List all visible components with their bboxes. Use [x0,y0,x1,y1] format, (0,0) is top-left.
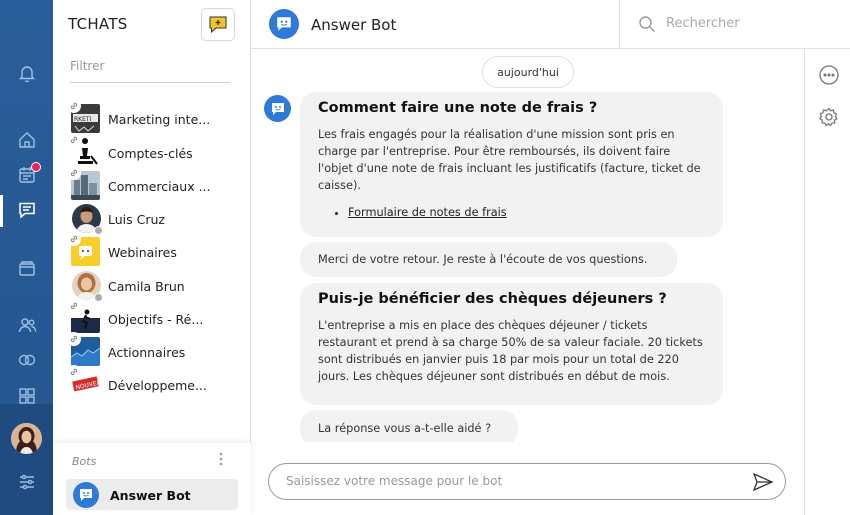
send-icon[interactable] [751,471,775,493]
bell-icon[interactable] [16,62,38,84]
active-indicator [0,195,3,227]
message-body: L'entreprise a mis en place des chèques … [318,319,703,383]
chat-name: Camila Brun [108,279,185,294]
app: TCHATS RKETI Marketing inte... Comptes-c… [0,0,850,515]
home-icon[interactable] [16,129,38,151]
toggle-icon[interactable] [16,349,38,371]
filter-input[interactable] [70,59,230,83]
status-dot [94,293,103,302]
svg-text:RKETI: RKETI [74,116,92,123]
link-icon [67,332,81,346]
settings-icon[interactable] [818,106,840,128]
chat-name: Développeme... [108,378,207,393]
list-item: Formulaire de notes de frais [348,204,705,221]
search-box [619,0,850,48]
sliders-icon[interactable] [16,471,38,493]
tool-column [804,49,850,515]
new-chat-button[interactable] [201,8,235,41]
chat-item-luis-cruz[interactable]: Luis Cruz [71,204,246,235]
chat-item-marketing[interactable]: RKETI Marketing inte... [67,99,246,134]
form-link[interactable]: Formulaire de notes de frais [348,206,507,219]
date-separator: aujourd'hui [482,56,574,88]
message-body: Les frais engagés pour la réalisation d'… [318,128,701,192]
message-input[interactable] [286,474,726,488]
bot-avatar-icon [264,95,291,122]
link-icon [67,133,81,147]
chat-icon[interactable] [16,199,38,221]
chat-item-webinaires[interactable]: Webinaires [67,232,246,267]
panel-title: TCHATS [68,15,128,33]
chat-item-developpement[interactable]: NOUVEAU Développeme... [67,365,246,400]
message-bubble: Comment faire une note de frais ? Les fr… [300,92,723,237]
chat-item-commerciaux[interactable]: Commerciaux ... [67,166,246,201]
bot-name: Answer Bot [110,488,191,503]
status-dot [94,226,103,235]
nav-rail [0,0,53,515]
chat-name: Webinaires [108,245,177,260]
message-bubble: Merci de votre retour. Je reste à l'écou… [300,242,677,277]
bot-item-answer-bot[interactable]: Answer Bot [66,479,238,510]
link-icon [67,299,81,313]
link-icon [67,365,81,379]
chat-item-objectifs[interactable]: Objectifs - Ré... [67,299,246,334]
message-title: Comment faire une note de frais ? [318,100,598,116]
conversation-title: Answer Bot [311,16,397,34]
chat-name: Marketing inte... [108,112,211,127]
link-icon [67,166,81,180]
message-bubble: Puis-je bénéficier des chèques déjeuners… [300,283,723,405]
link-icon [67,99,81,113]
chat-list-panel: TCHATS RKETI Marketing inte... Comptes-c… [53,0,251,515]
user-avatar[interactable] [11,423,42,454]
bots-section: Bots Answer Bot [53,443,251,515]
chat-name: Actionnaires [108,345,186,360]
chat-name: Commerciaux ... [108,179,211,194]
notification-badge [31,162,41,172]
folder-icon[interactable] [16,257,38,279]
message-title: Puis-je bénéficier des chèques déjeuners… [318,291,667,307]
chat-item-actionnaires[interactable]: Actionnaires [67,332,246,367]
message-bubble: La réponse vous a-t-elle aidé ? [300,410,518,442]
chat-item-comptes[interactable]: Comptes-clés [67,133,246,168]
bots-label: Bots [72,455,97,468]
search-icon [638,15,656,37]
message-list: aujourd'hui Comment faire une note de fr… [251,49,804,442]
chat-name: Objectifs - Ré... [108,312,204,327]
chat-name: Luis Cruz [108,212,165,227]
more-icon[interactable] [818,64,840,86]
new-chat-icon [209,16,227,34]
chat-item-camila-brun[interactable]: Camila Brun [71,271,246,302]
chat-name: Comptes-clés [108,146,193,161]
link-list: Formulaire de notes de frais [348,204,705,221]
rail-footer [0,404,53,515]
bot-avatar-icon [73,482,99,508]
kebab-menu-icon[interactable] [218,452,224,466]
bot-avatar-icon [269,9,299,39]
search-input[interactable] [666,16,836,31]
conversation-header: Answer Bot [251,0,850,49]
link-icon [67,232,81,246]
message-composer [268,463,786,500]
people-icon[interactable] [16,314,38,336]
